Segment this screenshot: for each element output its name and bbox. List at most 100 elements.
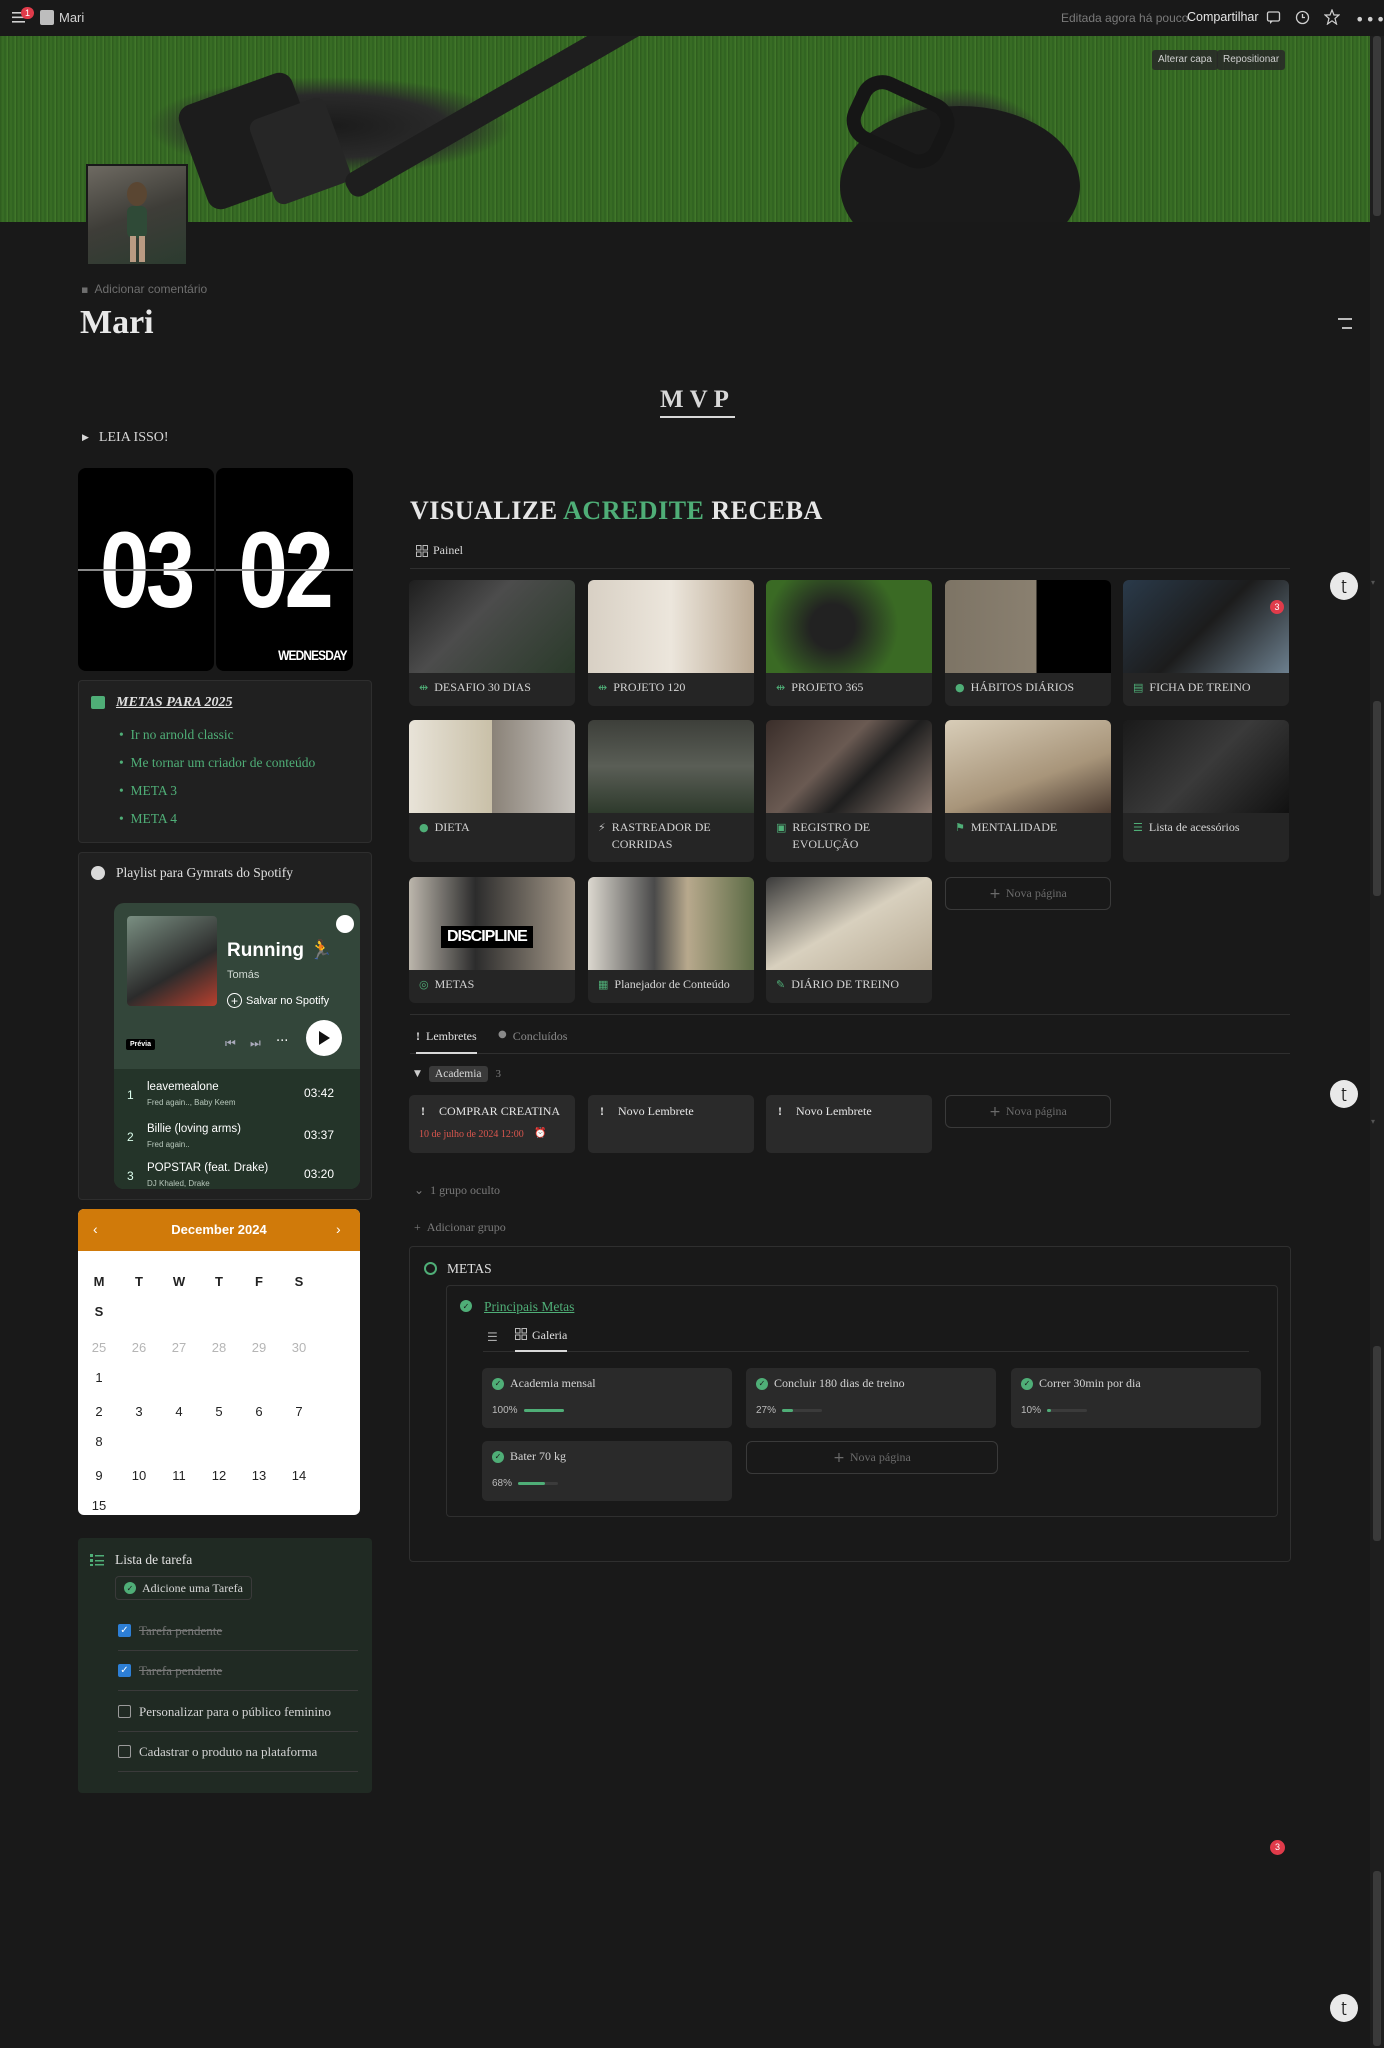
previous-track-icon[interactable]: ⏮ — [225, 1036, 236, 1051]
todo-item[interactable]: Personalizar para o público feminino — [118, 1692, 358, 1732]
tab-completed[interactable]: ● Concluídos — [498, 1029, 567, 1044]
gallery-card[interactable]: ⚑ MENTALIDADE — [945, 720, 1111, 862]
calendar-day[interactable]: 25 — [80, 1333, 118, 1363]
goal-card[interactable]: ✓ Concluir 180 dias de treino 27% — [746, 1368, 996, 1428]
calendar-day[interactable]: 1 — [80, 1363, 118, 1393]
new-page-button[interactable]: + Nova página — [945, 877, 1111, 910]
calendar-day[interactable]: 30 — [280, 1333, 318, 1363]
calendar-day[interactable]: 2 — [80, 1397, 118, 1427]
calendar-day[interactable]: 8 — [80, 1427, 118, 1457]
assistant-icon[interactable]: ʈ — [1330, 1994, 1358, 2022]
next-track-icon[interactable]: ⏭ — [250, 1036, 261, 1051]
goal-card[interactable]: ✓ Correr 30min por dia 10% — [1011, 1368, 1261, 1428]
calendar-day[interactable]: 9 — [80, 1461, 118, 1491]
exclamation-icon: ! — [421, 1104, 425, 1118]
checkbox[interactable] — [118, 1745, 131, 1758]
calendar-day[interactable]: 27 — [160, 1333, 198, 1363]
toggle-read-this[interactable]: ▶ LEIA ISSO! — [82, 430, 169, 446]
calendar-day[interactable]: 14 — [280, 1461, 318, 1491]
tab-gallery[interactable]: Galeria — [515, 1328, 568, 1352]
calendar-day[interactable]: 7 — [280, 1397, 318, 1427]
gallery-card[interactable]: ● HÁBITOS DIÁRIOS — [945, 580, 1111, 706]
comments-icon[interactable] — [1266, 10, 1281, 28]
gallery-card[interactable]: ▣ REGISTRO DE EVOLUÇÃO — [766, 720, 932, 862]
add-comment[interactable]: ▪ Adicionar comentário — [81, 282, 207, 296]
gallery-card[interactable]: 3 ▤ FICHA DE TREINO — [1123, 580, 1289, 706]
page-title[interactable]: Mari — [80, 304, 154, 342]
gallery-card[interactable]: ☰ Lista de acessórios — [1123, 720, 1289, 862]
gallery-card[interactable]: ▦ Planejador de Conteúdo — [588, 877, 754, 1003]
next-month-icon[interactable]: › — [336, 1221, 341, 1237]
track-row[interactable]: 2 Billie (loving arms) Fred again.. 03:3… — [124, 1123, 356, 1155]
tab-panel[interactable]: Painel — [416, 543, 463, 558]
checkbox[interactable]: ✓ — [118, 1664, 131, 1677]
toggle-arrow-icon[interactable]: ▶ — [82, 433, 89, 443]
more-icon[interactable]: ··· — [276, 1034, 288, 1049]
collapse-arrow-icon[interactable]: ▼ — [414, 1069, 421, 1079]
tab-reminders[interactable]: ! Lembretes — [416, 1029, 477, 1054]
checkbox[interactable] — [118, 1705, 131, 1718]
calendar-day[interactable]: 5 — [200, 1397, 238, 1427]
todo-item[interactable]: ✓ Tarefa pendente — [118, 1651, 358, 1691]
more-options-icon[interactable]: ••• — [1355, 10, 1384, 29]
calendar-day[interactable]: 6 — [240, 1397, 278, 1427]
share-button[interactable]: Compartilhar — [1187, 10, 1259, 24]
play-button[interactable] — [306, 1020, 342, 1056]
scroll-down-icon[interactable]: ▾ — [1371, 578, 1375, 587]
gallery-card[interactable]: ⇹ PROJETO 365 — [766, 580, 932, 706]
gallery-card[interactable]: ● DIETA — [409, 720, 575, 862]
calendar-day[interactable]: 29 — [240, 1333, 278, 1363]
add-task-button[interactable]: ✓ Adicione uma Tarefa — [115, 1576, 252, 1600]
card-cover — [766, 720, 932, 813]
assistant-icon[interactable]: ʈ — [1330, 1080, 1358, 1108]
table-of-contents-icon[interactable] — [1338, 316, 1352, 337]
calendar-day[interactable]: 12 — [200, 1461, 238, 1491]
scroll-down-icon[interactable]: ▾ — [1371, 1117, 1375, 1126]
new-goal-button[interactable]: + Nova página — [746, 1441, 998, 1474]
breadcrumb-page-title[interactable]: Mari — [59, 10, 84, 25]
notification-badge: 1 — [21, 7, 34, 19]
change-cover-button[interactable]: Alterar capa — [1152, 50, 1218, 70]
calendar-day[interactable]: 28 — [200, 1333, 238, 1363]
calendar-day[interactable]: 10 — [120, 1461, 158, 1491]
page-icon-photo[interactable] — [86, 164, 188, 266]
reminder-card[interactable]: ! Novo Lembrete — [766, 1095, 932, 1153]
todo-item[interactable]: ✓ Tarefa pendente — [118, 1611, 358, 1651]
calendar-day[interactable]: 13 — [240, 1461, 278, 1491]
gallery-card[interactable]: ⚡ RASTREADOR DE CORRIDAS — [588, 720, 754, 862]
hidden-groups-toggle[interactable]: ⌄ 1 grupo oculto — [414, 1183, 500, 1198]
goal-card[interactable]: ✓ Bater 70 kg 68% — [482, 1441, 732, 1501]
calendar-day[interactable]: 3 — [120, 1397, 158, 1427]
gallery-card[interactable]: ⇹ PROJETO 120 — [588, 580, 754, 706]
gallery-card[interactable]: ⇹ DESAFIO 30 DIAS — [409, 580, 575, 706]
gallery-card[interactable]: DISCIPLINE ◎ METAS — [409, 877, 575, 1003]
favorite-star-icon[interactable] — [1323, 8, 1341, 28]
spotify-embed[interactable]: Running 🏃 Tomás + Salvar no Spotify Prév… — [114, 903, 360, 1189]
assistant-icon[interactable]: ʈ — [1330, 572, 1358, 600]
track-row[interactable]: 3 POPSTAR (feat. Drake) DJ Khaled, Drake… — [124, 1162, 356, 1189]
reposition-cover-button[interactable]: Repositionar — [1217, 50, 1286, 70]
add-group-button[interactable]: + Adicionar grupo — [414, 1220, 506, 1235]
goal-item: • Ir no arnold classic — [119, 727, 234, 742]
group-academia[interactable]: ▼ Academia 3 — [414, 1066, 501, 1082]
dumbbell-icon: ⇹ — [598, 681, 608, 694]
history-icon[interactable] — [1295, 10, 1310, 28]
goal-card[interactable]: ✓ Academia mensal 100% — [482, 1368, 732, 1428]
track-row[interactable]: 1 leavemealone Fred again.., Baby Keem 0… — [124, 1081, 356, 1113]
reminder-card[interactable]: ! Novo Lembrete — [588, 1095, 754, 1153]
main-goals-link[interactable]: Principais Metas — [484, 1299, 574, 1315]
calendar-day[interactable]: 4 — [160, 1397, 198, 1427]
new-reminder-button[interactable]: + Nova página — [945, 1095, 1111, 1128]
scrollbar[interactable] — [1370, 36, 1384, 2048]
calendar-day[interactable]: 15 — [80, 1491, 118, 1515]
chevron-down-icon: ⌄ — [414, 1183, 425, 1197]
gallery-card[interactable]: ✎ DIÁRIO DE TREINO — [766, 877, 932, 1003]
group-tag: Academia — [428, 1066, 488, 1082]
reminder-card[interactable]: ! COMPRAR CREATINA 10 de julho de 2024 1… — [409, 1095, 575, 1153]
todo-item[interactable]: Cadastrar o produto na plataforma — [118, 1732, 358, 1772]
checkbox[interactable]: ✓ — [118, 1624, 131, 1637]
calendar-day[interactable]: 26 — [120, 1333, 158, 1363]
calendar-day[interactable]: 11 — [160, 1461, 198, 1491]
save-on-spotify-button[interactable]: + Salvar no Spotify — [227, 993, 329, 1008]
list-view-icon[interactable]: ☰ — [487, 1330, 498, 1345]
